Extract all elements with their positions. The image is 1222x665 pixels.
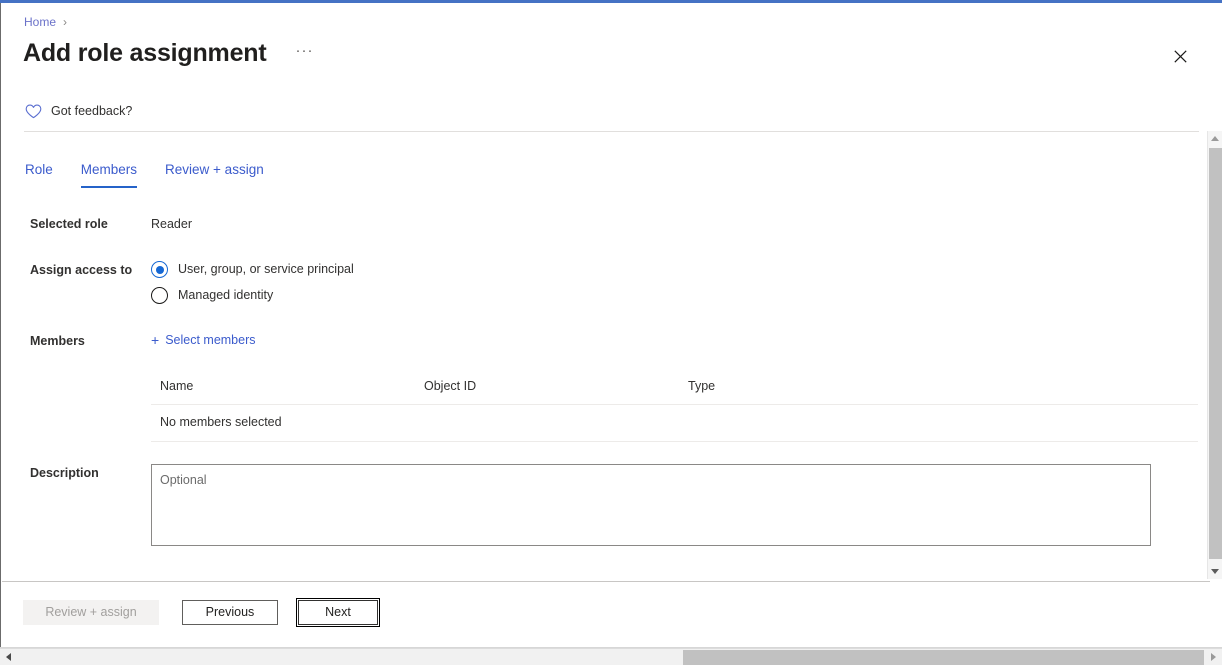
blade-footer: Review + assign Previous Next	[2, 582, 1210, 646]
blade-viewport: Home › Add role assignment ··· Got feedba…	[0, 0, 1222, 665]
previous-button[interactable]: Previous	[182, 600, 278, 625]
horizontal-scrollbar-thumb[interactable]	[683, 650, 1204, 665]
close-icon	[1173, 49, 1187, 63]
breadcrumb: Home ›	[24, 14, 67, 30]
header-divider	[24, 131, 1199, 132]
breadcrumb-separator-icon: ›	[63, 15, 68, 29]
close-button[interactable]	[1165, 41, 1195, 71]
plus-icon: +	[151, 332, 160, 348]
breadcrumb-home-link[interactable]: Home	[24, 15, 56, 29]
table-row: No members selected	[151, 404, 1198, 442]
heart-icon	[25, 104, 42, 119]
members-label: Members	[30, 334, 85, 348]
radio-indicator	[151, 261, 168, 278]
wizard-tabs: Role Members Review + assign	[25, 161, 264, 188]
vertical-scrollbar-thumb[interactable]	[1209, 148, 1222, 559]
members-table: Name Object ID Type No members selected	[151, 378, 1198, 442]
members-row: Members + Select members Name Object ID …	[1, 332, 1199, 442]
tab-review-assign[interactable]: Review + assign	[165, 161, 264, 188]
review-assign-button[interactable]: Review + assign	[23, 600, 159, 625]
chevron-up-icon	[1211, 136, 1219, 141]
tab-members[interactable]: Members	[80, 161, 138, 188]
assign-access-to-row: Assign access to User, group, or service…	[1, 261, 1199, 304]
horizontal-scrollbar[interactable]	[0, 648, 1222, 665]
radio-label: Managed identity	[178, 288, 274, 302]
vertical-scrollbar[interactable]	[1207, 131, 1222, 579]
empty-state-message: No members selected	[151, 404, 1198, 442]
description-label: Description	[30, 466, 99, 480]
members-form: Selected role Reader Assign access to Us…	[1, 215, 1199, 549]
assign-access-to-label: Assign access to	[30, 263, 133, 277]
radio-user-group-service-principal[interactable]: User, group, or service principal	[151, 261, 1199, 278]
got-feedback-button[interactable]: Got feedback?	[25, 103, 132, 120]
scroll-up-button[interactable]	[1208, 131, 1222, 146]
chevron-right-icon	[1211, 653, 1216, 661]
got-feedback-label: Got feedback?	[51, 104, 133, 118]
select-members-label: Select members	[165, 333, 256, 347]
next-button[interactable]: Next	[296, 598, 380, 627]
scroll-right-button[interactable]	[1207, 649, 1220, 665]
radio-managed-identity[interactable]: Managed identity	[151, 287, 1199, 304]
scroll-left-button[interactable]	[2, 649, 15, 665]
page-title: Add role assignment	[23, 39, 267, 67]
chevron-down-icon	[1211, 569, 1219, 574]
add-role-assignment-blade: Home › Add role assignment ··· Got feedba…	[1, 3, 1222, 646]
radio-label: User, group, or service principal	[178, 262, 354, 276]
table-header-row: Name Object ID Type	[151, 378, 1198, 405]
column-header-name[interactable]: Name	[151, 378, 415, 405]
tab-role[interactable]: Role	[25, 161, 53, 188]
more-options-icon[interactable]: ···	[292, 41, 316, 65]
select-members-button[interactable]: + Select members	[151, 332, 256, 349]
description-row: Description	[1, 464, 1199, 549]
scroll-down-button[interactable]	[1208, 564, 1222, 579]
column-header-type[interactable]: Type	[679, 378, 1198, 405]
title-row: Add role assignment ···	[23, 37, 316, 69]
chevron-left-icon	[6, 653, 11, 661]
selected-role-label: Selected role	[30, 217, 108, 231]
radio-indicator	[151, 287, 168, 304]
column-header-object-id[interactable]: Object ID	[415, 378, 679, 405]
selected-role-row: Selected role Reader	[1, 215, 1199, 233]
assign-access-to-radio-group: User, group, or service principal Manage…	[151, 261, 1199, 304]
selected-role-value: Reader	[151, 217, 192, 231]
description-input[interactable]	[151, 464, 1151, 546]
